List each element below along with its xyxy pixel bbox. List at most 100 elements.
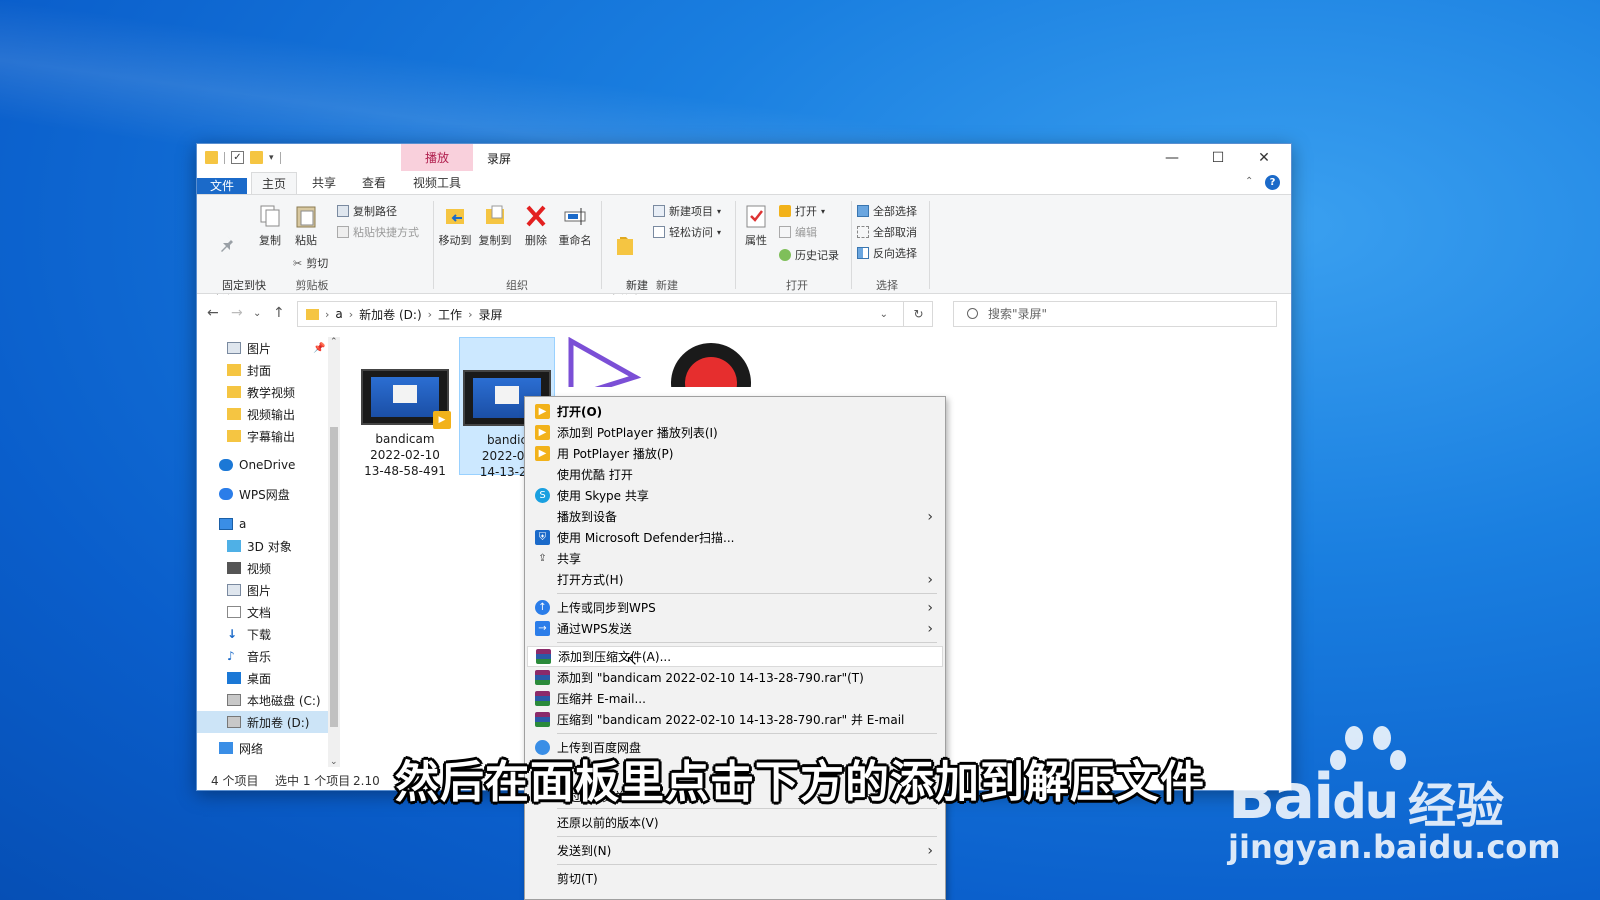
menu-item-open-with[interactable]: 打开方式(H) › [527,569,943,590]
bandicam-record-icon[interactable] [669,341,753,387]
open-dropdown[interactable]: 打开 ▾ [779,203,825,219]
move-to-button[interactable]: 移动到 [435,203,475,248]
quick-access-toolbar[interactable]: ✓ ▾ [205,151,281,164]
copy-label: 复制 [259,234,281,247]
menu-item-compress-rar-email[interactable]: 压缩到 "bandicam 2022-02-10 14-13-28-790.ra… [527,709,943,730]
menu-item-open-youku[interactable]: 使用优酷 打开 [527,464,943,485]
back-arrow-icon[interactable]: ← [207,305,219,321]
menu-item-add-potplayer-playlist[interactable]: ▶ 添加到 PotPlayer 播放列表(I) [527,422,943,443]
select-all-button[interactable]: 全部选择 [857,203,917,219]
maximize-button[interactable]: ☐ [1195,144,1241,172]
nav-item-downloads[interactable]: ↓ 下载 [197,623,329,645]
tab-home[interactable]: 主页 [251,172,297,194]
menu-item-play-potplayer[interactable]: ▶ 用 PotPlayer 播放(P) [527,443,943,464]
delete-button[interactable]: 删除 [519,203,553,248]
nav-item-desktop[interactable]: 桌面 [197,667,329,689]
menu-item-upload-wps[interactable]: ↑ 上传或同步到WPS › [527,597,943,618]
nav-item-pictures[interactable]: 图片 📌 [197,337,329,359]
file-item[interactable]: ▶ bandicam 2022-02-10 13-48-58-491 [357,343,453,479]
submenu-arrow-icon: › [927,571,933,588]
nav-item-tutorial-videos[interactable]: 教学视频 [197,381,329,403]
select-none-button[interactable]: 全部取消 [857,224,917,240]
search-input[interactable]: 搜索"录屏" [953,301,1277,327]
group-select-label: 选择 [876,279,898,292]
computer-icon [219,518,233,530]
nav-item-onedrive[interactable]: OneDrive [197,454,329,476]
refresh-icon[interactable]: ↻ [903,301,933,327]
submenu-arrow-icon: › [927,842,933,859]
edit-label: 编辑 [795,226,817,239]
history-button[interactable]: 历史记录 [779,247,839,263]
menu-item-compress-email[interactable]: 压缩并 E-mail... [527,688,943,709]
menu-item-share[interactable]: ⇪ 共享 [527,548,943,569]
nav-item-wps-cloud[interactable]: WPS网盘 [197,483,329,505]
close-button[interactable]: ✕ [1241,144,1287,172]
menu-separator [557,733,937,734]
scroll-up-icon[interactable]: ⌃ [330,337,338,347]
properties-check-icon[interactable]: ✓ [231,151,244,164]
breadcrumb-recording[interactable]: 录屏 [478,306,502,323]
copy-path-button[interactable]: 复制路径 [337,203,397,219]
edit-button[interactable]: 编辑 [779,224,817,240]
tab-view[interactable]: 查看 [351,172,397,194]
file-name-line: 13-48-58-491 [364,464,446,478]
group-separator [601,201,602,289]
breadcrumb-drive-d[interactable]: 新加卷 (D:) [359,306,421,323]
tab-video-tools[interactable]: 视频工具 [401,172,473,194]
help-icon[interactable]: ? [1265,175,1280,190]
nav-item-drive-d[interactable]: 新加卷 (D:) [197,711,329,733]
new-item-dropdown[interactable]: 新建项目 ▾ [653,203,721,219]
menu-item-add-to-archive[interactable]: 添加到压缩文件(A)... ↖ [527,646,943,669]
easy-access-dropdown[interactable]: 轻松访问 ▾ [653,224,721,240]
copy-to-button[interactable]: 复制到 [475,203,515,248]
menu-item-send-via-wps[interactable]: → 通过WPS发送 › [527,618,943,639]
breadcrumb-a[interactable]: a [335,307,342,321]
menu-item-share-skype[interactable]: S 使用 Skype 共享 [527,485,943,506]
nav-item-cover[interactable]: 封面 [197,359,329,381]
nav-scrollbar[interactable]: ⌃ ⌄ [328,337,340,767]
nav-item-video-output[interactable]: 视频输出 [197,403,329,425]
history-label: 历史记录 [795,249,839,262]
up-arrow-icon[interactable]: ↑ [273,305,285,321]
nav-item-documents[interactable]: 文档 [197,601,329,623]
cut-button[interactable]: ✂ 剪切 [293,255,328,271]
menu-item-add-to-rar[interactable]: 添加到 "bandicam 2022-02-10 14-13-28-790.ra… [527,667,943,688]
menu-item-cast-to-device[interactable]: 播放到设备 › [527,506,943,527]
customize-dropdown-icon[interactable]: ▾ [269,153,274,163]
collapse-ribbon-icon[interactable]: ⌃ [1245,176,1253,187]
address-dropdown-icon[interactable]: ⌄ [880,309,888,320]
new-folder-icon[interactable] [250,151,263,164]
nav-item-pictures-2[interactable]: 图片 [197,579,329,601]
nav-item-music[interactable]: ♪ 音乐 [197,645,329,667]
nav-item-videos[interactable]: 视频 [197,557,329,579]
scrollbar-thumb[interactable] [330,427,338,727]
recent-locations-chevron-icon[interactable]: ⌄ [253,308,261,319]
tab-share[interactable]: 共享 [301,172,347,194]
rename-button[interactable]: 重命名 [555,203,595,248]
nav-item-local-disk-c[interactable]: 本地磁盘 (C:) [197,689,329,711]
menu-item-cut[interactable]: 剪切(T) [527,868,943,889]
delete-label: 删除 [525,234,547,247]
nav-item-3d-objects[interactable]: 3D 对象 [197,535,329,557]
3d-objects-icon [227,540,241,552]
invert-selection-button[interactable]: 反向选择 [857,245,917,261]
nav-item-subtitle-output[interactable]: 字幕输出 [197,425,329,447]
paste-button[interactable]: 粘贴 [289,203,323,248]
select-none-label: 全部取消 [873,226,917,239]
breadcrumb-work[interactable]: 工作 [438,306,462,323]
menu-item-send-to[interactable]: 发送到(N) › [527,840,943,861]
properties-button[interactable]: 属性 [739,203,773,248]
menu-item-restore-previous[interactable]: 还原以前的版本(V) [527,812,943,833]
pin-icon[interactable]: 📌 [313,343,325,354]
nav-item-this-pc[interactable]: a [197,513,329,535]
copy-button[interactable]: 复制 [253,203,287,248]
chevron-right-icon: › [427,307,433,321]
menu-item-defender-scan[interactable]: ⛨ 使用 Microsoft Defender扫描... [527,527,943,548]
address-box[interactable]: › a › 新加卷 (D:) › 工作 › 录屏 ⌄ [297,301,933,327]
video-file-play-icon[interactable] [565,337,645,387]
context-tab-play[interactable]: 播放 [401,144,473,171]
minimize-button[interactable]: — [1149,144,1195,172]
menu-item-open[interactable]: ▶ 打开(O) [527,401,943,422]
forward-arrow-icon[interactable]: → [231,305,243,321]
paste-shortcut-button[interactable]: 粘贴快捷方式 [337,224,419,240]
